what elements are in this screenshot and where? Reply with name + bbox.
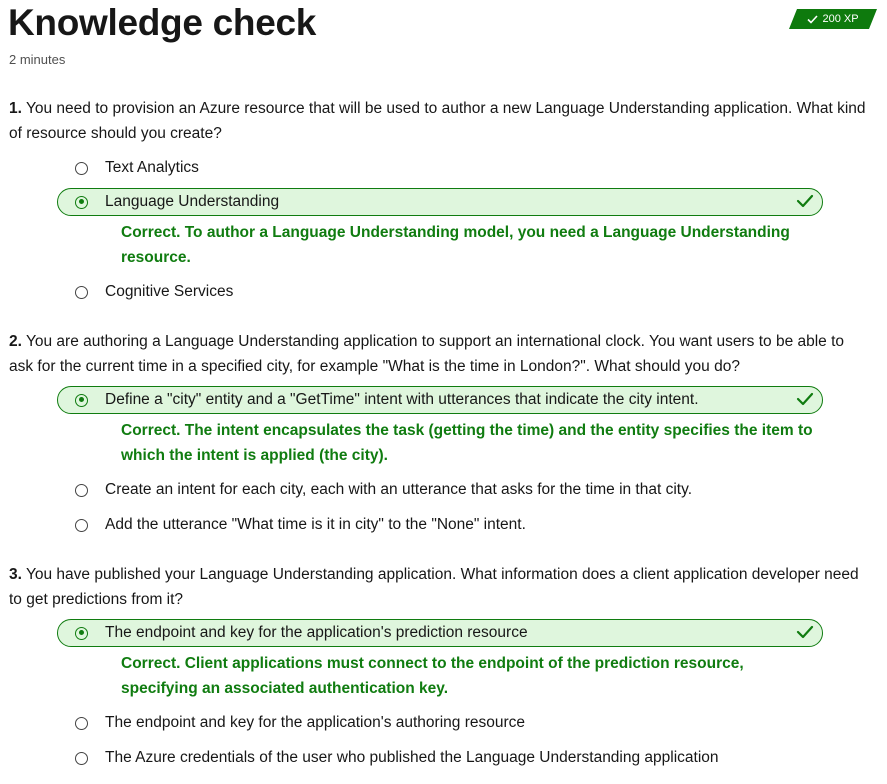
- option-label: Text Analytics: [105, 159, 199, 176]
- question-text: You need to provision an Azure resource …: [9, 100, 866, 142]
- option-q2-none-intent[interactable]: Add the utterance "What time is it in ci…: [57, 511, 823, 539]
- option-q2-intent-per-city[interactable]: Create an intent for each city, each wit…: [57, 476, 823, 504]
- feedback-q3: Correct. Client applications must connec…: [121, 655, 744, 697]
- radio-button-selected[interactable]: [75, 393, 88, 407]
- question-text: You are authoring a Language Understandi…: [9, 333, 845, 375]
- question-1: 1. You need to provision an Azure resour…: [9, 96, 867, 146]
- radio-button[interactable]: [75, 285, 88, 299]
- option-q1-cognitive-services[interactable]: Cognitive Services: [57, 278, 823, 306]
- option-label: The endpoint and key for the application…: [105, 714, 526, 731]
- correct-check-icon: [796, 392, 814, 411]
- correct-check-icon: [796, 625, 814, 644]
- correct-check-icon: [796, 194, 814, 213]
- option-q3-authoring-resource[interactable]: The endpoint and key for the application…: [57, 709, 823, 737]
- radio-button[interactable]: [75, 518, 88, 532]
- option-q2-city-entity[interactable]: Define a "city" entity and a "GetTime" i…: [57, 386, 823, 414]
- knowledge-check-page: Knowledge check 2 minutes 200 XP 1. You …: [0, 0, 887, 784]
- page-title: Knowledge check: [8, 2, 317, 43]
- option-q1-language-understanding[interactable]: Language Understanding: [57, 188, 823, 216]
- radio-button-selected[interactable]: [75, 195, 88, 209]
- option-label: The Azure credentials of the user who pu…: [105, 749, 719, 766]
- question-3: 3. You have published your Language Unde…: [9, 562, 867, 612]
- question-text: You have published your Language Underst…: [9, 566, 859, 608]
- question-number: 3.: [9, 566, 22, 583]
- radio-button[interactable]: [75, 483, 88, 497]
- duration-label: 2 minutes: [9, 52, 66, 67]
- xp-label: 200 XP: [822, 13, 859, 25]
- option-label: Create an intent for each city, each wit…: [105, 481, 693, 498]
- radio-button[interactable]: [75, 161, 88, 175]
- option-q3-azure-credentials[interactable]: The Azure credentials of the user who pu…: [57, 744, 823, 772]
- question-number: 1.: [9, 100, 22, 117]
- feedback-q1: Correct. To author a Language Understand…: [121, 224, 790, 266]
- option-label: The endpoint and key for the application…: [105, 624, 528, 641]
- check-icon: [807, 15, 818, 24]
- option-label: Language Understanding: [105, 193, 280, 210]
- feedback-q2: Correct. The intent encapsulates the tas…: [121, 422, 813, 464]
- option-q1-text-analytics[interactable]: Text Analytics: [57, 154, 823, 182]
- question-2: 2. You are authoring a Language Understa…: [9, 329, 867, 379]
- question-number: 2.: [9, 333, 22, 350]
- option-label: Cognitive Services: [105, 283, 234, 300]
- option-label: Define a "city" entity and a "GetTime" i…: [105, 391, 699, 408]
- option-q3-prediction-resource[interactable]: The endpoint and key for the application…: [57, 619, 823, 647]
- xp-badge: 200 XP: [789, 9, 877, 29]
- option-label: Add the utterance "What time is it in ci…: [105, 516, 526, 533]
- radio-button[interactable]: [75, 716, 88, 730]
- radio-button-selected[interactable]: [75, 626, 88, 640]
- radio-button[interactable]: [75, 751, 88, 765]
